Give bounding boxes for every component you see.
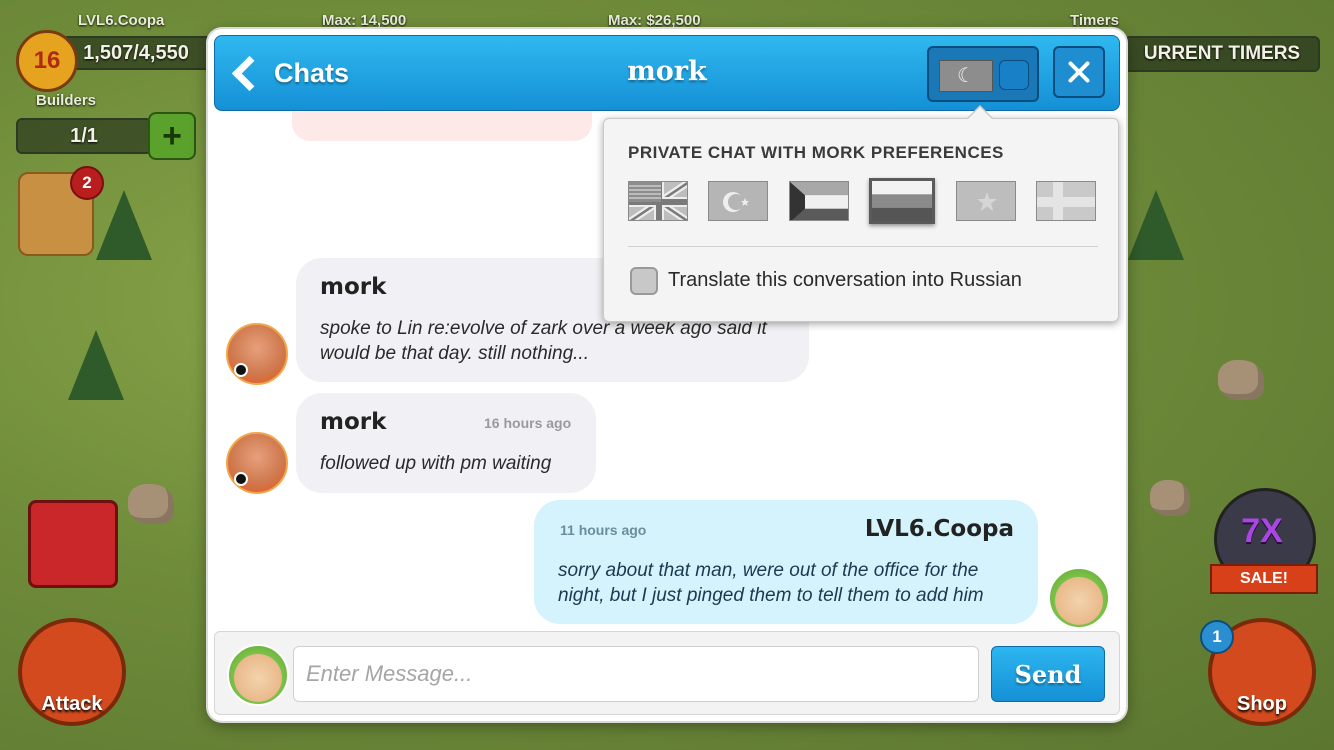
preferences-title: PRIVATE CHAT WITH MORK PREFERENCES <box>628 143 1004 162</box>
builders-label: Builders <box>36 92 97 109</box>
message-sender: mork <box>320 409 387 435</box>
back-to-chats-button[interactable]: Chats <box>231 50 349 96</box>
add-builder-button[interactable]: + <box>148 112 196 160</box>
turkey-flag-icon: ☾ <box>939 60 993 92</box>
kuwait-flag-icon[interactable] <box>789 181 849 221</box>
turkey-flag-icon[interactable] <box>708 181 768 221</box>
vietnam-flag-icon[interactable] <box>956 181 1016 221</box>
finland-flag-icon[interactable] <box>1036 181 1096 221</box>
message-sender: LVL6.Coopa <box>864 516 1014 542</box>
message-text: spoke to Lin re:evolve of zark over a we… <box>320 318 767 364</box>
message-bubble: mork 16 hours ago followed up with pm wa… <box>296 393 596 493</box>
message-text: followed up with pm waiting <box>320 453 552 474</box>
previous-message-bubble <box>292 111 592 141</box>
current-timers-button[interactable]: URRENT TIMERS <box>1124 36 1320 72</box>
timers-label: Timers <box>1070 12 1119 29</box>
xp-bar: 1,507/4,550 <box>60 36 212 70</box>
gift-box-icon[interactable] <box>28 500 118 588</box>
sale-label: SALE! <box>1210 564 1318 594</box>
mork-avatar[interactable] <box>226 323 288 385</box>
chat-header: Chats mork ☾ <box>214 35 1120 111</box>
translate-label: Translate this conversation into Russian <box>668 269 1022 291</box>
sale-multiplier: 7X <box>1241 512 1283 550</box>
hero-notification-badge: 2 <box>70 166 104 200</box>
message-input[interactable] <box>293 646 979 702</box>
tree <box>68 330 124 400</box>
attack-button[interactable]: Attack <box>18 618 126 726</box>
rock <box>1150 480 1190 516</box>
chat-modal: Chats mork ☾ mork spoke to Lin re:evolve… <box>208 29 1126 721</box>
russia-flag-icon[interactable] <box>869 178 935 224</box>
rock <box>128 484 174 524</box>
translate-checkbox[interactable] <box>630 267 658 295</box>
close-button[interactable] <box>1053 46 1105 98</box>
max-gold-label: Max: 14,500 <box>322 12 407 29</box>
back-label: Chats <box>274 57 350 88</box>
mork-avatar[interactable] <box>226 432 288 494</box>
my-avatar <box>227 644 289 706</box>
level-badge: 16 <box>16 30 78 92</box>
shop-notification-badge: 1 <box>1200 620 1234 654</box>
max-cash-label: Max: $26,500 <box>608 12 701 29</box>
attack-label: Attack <box>41 693 103 715</box>
message-sender: mork <box>320 274 387 300</box>
toggle-knob <box>999 60 1029 90</box>
tree <box>96 190 152 260</box>
send-button[interactable]: Send <box>991 646 1105 702</box>
shop-label: Shop <box>1237 693 1287 715</box>
chevron-left-icon <box>231 55 268 91</box>
chat-preferences-popover: PRIVATE CHAT WITH MORK PREFERENCES Trans… <box>603 105 1119 322</box>
message-bubble: 11 hours ago LVL6.Coopa sorry about that… <box>534 500 1038 624</box>
coopa-avatar[interactable] <box>1048 567 1110 629</box>
message-text: sorry about that man, were out of the of… <box>558 560 984 606</box>
builders-count: 1/1 <box>16 118 152 154</box>
message-timestamp: 16 hours ago <box>484 415 572 431</box>
language-preferences-toggle[interactable]: ☾ <box>927 46 1039 102</box>
tree <box>1128 190 1184 260</box>
divider <box>628 246 1098 247</box>
us-flag-icon[interactable] <box>628 181 688 221</box>
message-timestamp: 11 hours ago <box>560 522 647 538</box>
rock <box>1218 360 1264 400</box>
message-composer: Send <box>214 631 1120 715</box>
player-name: LVL6.Coopa <box>78 12 165 29</box>
